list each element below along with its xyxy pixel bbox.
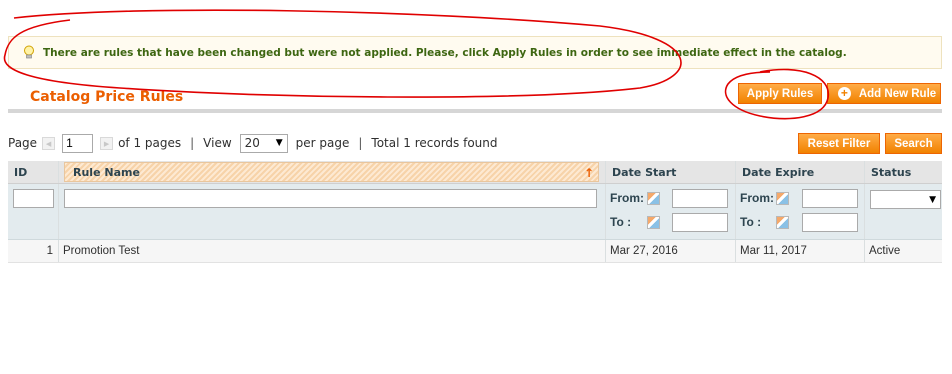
- reset-filter-button[interactable]: Reset Filter: [798, 133, 880, 154]
- per-page-value: 20: [244, 136, 260, 150]
- add-new-rule-label: Add New Rule: [858, 87, 937, 100]
- calendar-icon[interactable]: [776, 192, 789, 205]
- per-page-label: per page: [295, 136, 350, 150]
- sort-ascending-icon: ↑: [583, 166, 594, 180]
- page-number-input[interactable]: [62, 133, 94, 153]
- column-header-rule-name-label: Rule Name: [73, 165, 140, 179]
- pager: Page ◀ ▶ of 1 pages | View 20 ▼ per page…: [8, 133, 498, 153]
- title-divider: [8, 109, 942, 113]
- pager-separator: |: [358, 136, 363, 150]
- of-pages-text: of 1 pages: [118, 136, 182, 150]
- cell-status: Active: [869, 245, 901, 257]
- per-page-select[interactable]: 20 ▼: [239, 133, 288, 153]
- cell-rule-name: Promotion Test: [59, 240, 606, 262]
- calendar-icon[interactable]: [647, 192, 660, 205]
- date-expire-to-input[interactable]: [802, 213, 858, 232]
- page-title: Catalog Price Rules: [30, 89, 184, 105]
- cell-date-start: Mar 27, 2016: [606, 240, 736, 262]
- column-header-id[interactable]: ID: [8, 161, 59, 183]
- total-records-text: Total 1 records found: [371, 136, 498, 150]
- apply-rules-button[interactable]: Apply Rules: [738, 83, 822, 104]
- cell-id: 1: [8, 240, 59, 262]
- plus-icon: +: [837, 87, 851, 100]
- column-header-status[interactable]: Status: [865, 161, 942, 183]
- cell-date-expire: Mar 11, 2017: [736, 240, 865, 262]
- date-start-from-label: From:: [610, 191, 644, 205]
- previous-page-icon[interactable]: ◀: [42, 136, 56, 150]
- grid-filter-row: From: To : From: To : ▼: [8, 184, 942, 240]
- rule-name-filter-input[interactable]: [64, 189, 597, 208]
- next-page-icon[interactable]: ▶: [100, 136, 114, 150]
- add-new-rule-button[interactable]: + Add New Rule: [827, 83, 941, 104]
- date-start-to-input[interactable]: [672, 213, 728, 232]
- id-filter-input[interactable]: [13, 189, 54, 208]
- search-label: Search: [894, 137, 933, 150]
- calendar-icon[interactable]: [776, 216, 789, 229]
- status-filter-select[interactable]: ▼: [870, 190, 941, 209]
- column-header-date-expire[interactable]: Date Expire: [736, 161, 865, 183]
- chevron-down-icon: ▼: [929, 194, 936, 205]
- rules-grid: ID Rule Name ↑ Date Start Date Expire St…: [8, 161, 942, 263]
- column-header-date-start[interactable]: Date Start: [606, 161, 736, 183]
- apply-rules-label: Apply Rules: [746, 87, 814, 100]
- notice-message: There are rules that have been changed b…: [8, 36, 942, 69]
- date-expire-from-input[interactable]: [802, 189, 858, 208]
- date-start-to-label: To :: [610, 215, 632, 229]
- page-label: Page: [8, 136, 38, 150]
- date-expire-to-label: To :: [740, 215, 762, 229]
- search-button[interactable]: Search: [885, 133, 942, 154]
- view-label: View: [203, 136, 232, 150]
- table-row[interactable]: 1 Promotion Test Mar 27, 2016 Mar 11, 20…: [8, 240, 942, 263]
- date-expire-from-label: From:: [740, 191, 774, 205]
- grid-header: ID Rule Name ↑ Date Start Date Expire St…: [8, 161, 942, 184]
- lightbulb-icon: [21, 45, 37, 61]
- pager-separator: |: [190, 136, 195, 150]
- notice-text: There are rules that have been changed b…: [43, 46, 847, 59]
- calendar-icon[interactable]: [647, 216, 660, 229]
- date-start-from-input[interactable]: [672, 189, 728, 208]
- chevron-down-icon: ▼: [275, 138, 283, 148]
- reset-filter-label: Reset Filter: [807, 137, 871, 150]
- column-header-rule-name[interactable]: Rule Name ↑: [64, 162, 599, 182]
